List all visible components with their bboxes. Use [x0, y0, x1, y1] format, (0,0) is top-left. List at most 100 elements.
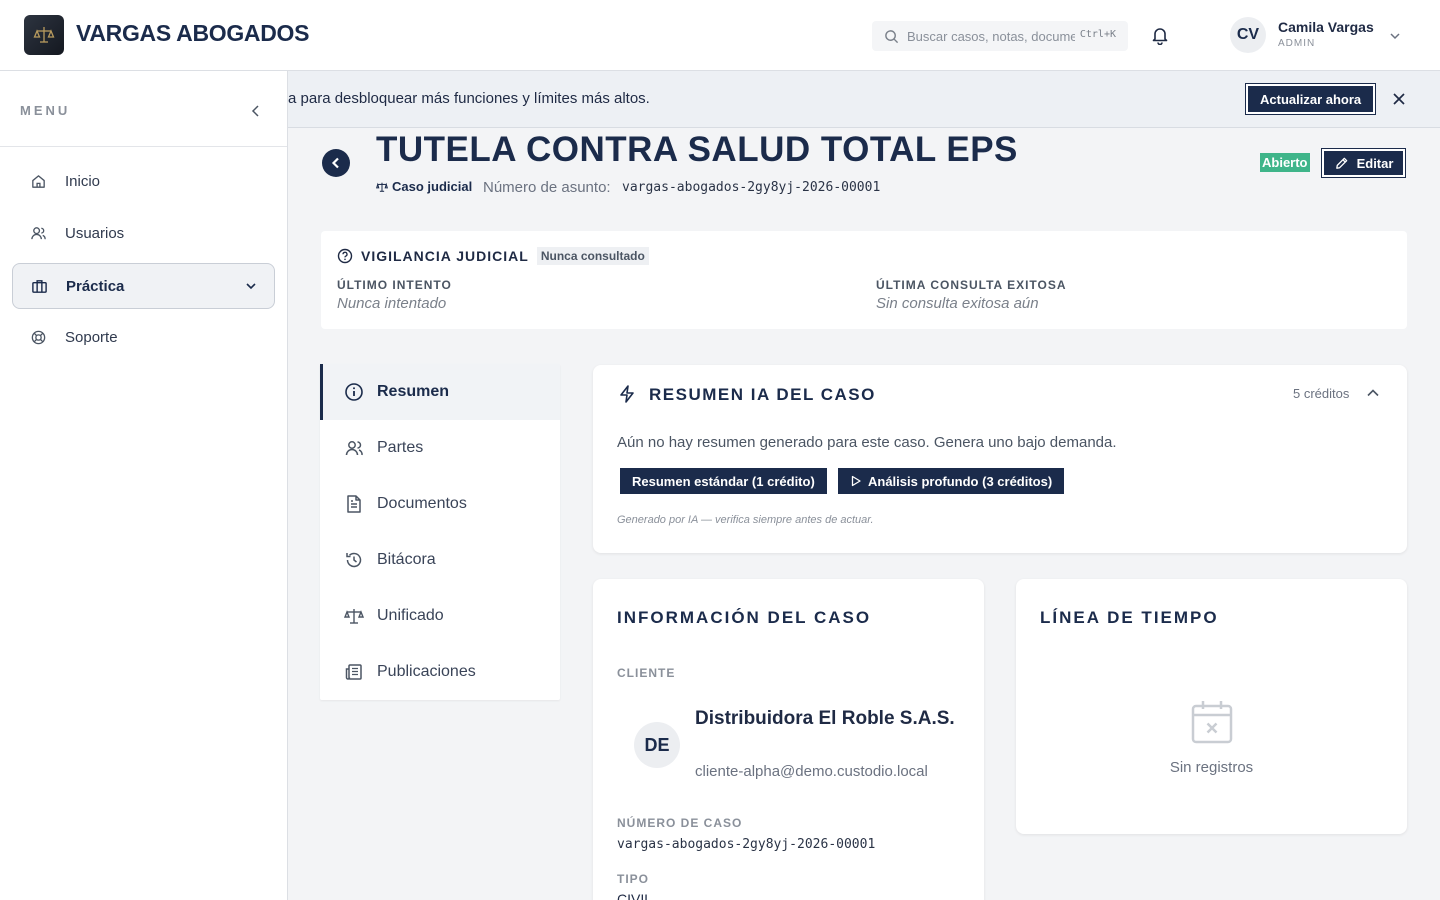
- bell-icon: [1152, 28, 1168, 46]
- client-avatar: DE: [634, 722, 680, 768]
- collapse-summary-button[interactable]: [1365, 385, 1381, 406]
- home-icon: [30, 173, 50, 190]
- search-icon: [885, 29, 899, 43]
- sidebar-item-practica[interactable]: Práctica: [12, 263, 275, 309]
- case-type: Caso judicial: [376, 179, 472, 194]
- upgrade-banner: a para desbloquear más funciones y límit…: [288, 71, 1440, 128]
- top-bar: VARGAS ABOGADOS Buscar casos, notas, doc…: [0, 0, 1440, 71]
- pencil-icon: [1335, 157, 1347, 169]
- lifebuoy-icon: [30, 329, 50, 346]
- tab-label: Resumen: [377, 383, 450, 400]
- tab-documentos[interactable]: Documentos: [320, 476, 560, 532]
- search-input[interactable]: Buscar casos, notas, documentos... Ctrl+…: [872, 21, 1128, 51]
- empty-state-text: Sin registros: [1169, 759, 1254, 776]
- timeline-title: LÍNEA DE TIEMPO: [1040, 608, 1219, 627]
- calendar-empty-icon: [1191, 699, 1233, 750]
- vigilance-badge: Nunca consultado: [536, 247, 649, 265]
- chevron-left-icon: [251, 105, 259, 117]
- last-success-label: ÚLTIMA CONSULTA EXITOSA: [876, 278, 1067, 292]
- chevron-left-icon: [331, 157, 339, 169]
- search-placeholder: Buscar casos, notas, documentos...: [907, 28, 1075, 44]
- back-button[interactable]: [322, 149, 350, 177]
- bolt-icon: [617, 384, 637, 409]
- info-title: INFORMACIÓN DEL CASO: [617, 608, 872, 627]
- search-shortcut: Ctrl+K: [1079, 29, 1116, 40]
- play-icon: [851, 475, 861, 487]
- case-number-label: Número de asunto:: [483, 179, 611, 196]
- user-avatar[interactable]: CV: [1230, 17, 1266, 53]
- edit-button[interactable]: Editar: [1322, 149, 1405, 177]
- summary-text: Aún no hay resumen generado para este ca…: [617, 434, 1117, 451]
- menu-title: MENU: [20, 103, 71, 118]
- help-icon: [337, 248, 353, 264]
- sidebar-item-soporte[interactable]: Soporte: [12, 314, 275, 360]
- ai-disclaimer: Generado por IA — verifica siempre antes…: [617, 514, 874, 526]
- case-info-card: INFORMACIÓN DEL CASO CLIENTE DE Distribu…: [593, 579, 984, 900]
- standard-summary-button[interactable]: Resumen estándar (1 crédito): [620, 468, 827, 494]
- close-icon: [1393, 93, 1405, 105]
- chevron-down-icon: [1390, 33, 1400, 40]
- credits-count: 5 créditos: [1293, 386, 1350, 401]
- button-label: Resumen estándar (1 crédito): [632, 473, 815, 489]
- sidebar-item-label: Usuarios: [65, 224, 125, 242]
- sidebar-item-label: Soporte: [65, 328, 118, 346]
- type-label: TIPO: [617, 872, 650, 886]
- ai-summary-card: RESUMEN IA DEL CASO 5 créditos Aún no ha…: [593, 365, 1407, 553]
- tab-label: Bitácora: [377, 551, 436, 568]
- users-icon: [30, 225, 50, 242]
- tab-label: Publicaciones: [377, 663, 476, 680]
- edit-label: Editar: [1356, 155, 1394, 171]
- summary-title: RESUMEN IA DEL CASO: [649, 385, 876, 404]
- tab-resumen[interactable]: Resumen: [320, 364, 560, 420]
- tab-unificado[interactable]: Unificado: [320, 588, 560, 644]
- sidebar-item-label: Práctica: [66, 277, 125, 295]
- last-attempt-value: Nunca intentado: [337, 295, 447, 312]
- vigilance-header: VIGILANCIA JUDICIAL Nunca consultado: [337, 247, 649, 265]
- scale-icon: [344, 606, 366, 626]
- user-role: ADMIN: [1278, 38, 1316, 49]
- sidebar: MENU Inicio Usuarios Práctica Soporte: [0, 71, 288, 900]
- brand-name[interactable]: VARGAS ABOGADOS: [76, 20, 309, 47]
- case-number: vargas-abogados-2gy8yj-2026-00001: [622, 180, 881, 195]
- type-value: CIVIL: [617, 891, 653, 900]
- tab-label: Unificado: [377, 607, 444, 624]
- chevron-up-icon: [1367, 389, 1379, 397]
- last-attempt-label: ÚLTIMO INTENTO: [337, 278, 452, 292]
- sidebar-item-inicio[interactable]: Inicio: [12, 158, 275, 204]
- button-label: Análisis profundo (3 créditos): [868, 473, 1053, 489]
- scale-logo-icon: [33, 27, 55, 43]
- collapse-sidebar-button[interactable]: [248, 103, 264, 124]
- deep-analysis-button[interactable]: Análisis profundo (3 créditos): [838, 468, 1065, 494]
- users-icon: [344, 438, 366, 458]
- case-number-value: vargas-abogados-2gy8yj-2026-00001: [617, 837, 876, 852]
- user-menu-chevron[interactable]: [1388, 29, 1402, 48]
- user-name[interactable]: Camila Vargas: [1278, 19, 1374, 35]
- close-banner-button[interactable]: [1392, 92, 1406, 111]
- timeline-card: LÍNEA DE TIEMPO Sin registros: [1016, 579, 1407, 834]
- tab-label: Partes: [377, 439, 424, 456]
- banner-text: a para desbloquear más funciones y límit…: [288, 90, 650, 107]
- tab-partes[interactable]: Partes: [320, 420, 560, 476]
- sidebar-item-label: Inicio: [65, 172, 101, 190]
- sidebar-item-usuarios[interactable]: Usuarios: [12, 210, 275, 256]
- case-tabs: Resumen Partes Documentos Bitácora Unifi…: [320, 364, 560, 700]
- tab-label: Documentos: [377, 495, 467, 512]
- client-name[interactable]: Distribuidora El Roble S.A.S.: [695, 705, 955, 733]
- tab-bitacora[interactable]: Bitácora: [320, 532, 560, 588]
- divider: [0, 146, 287, 147]
- info-icon: [344, 382, 366, 402]
- scale-icon: [376, 182, 388, 192]
- last-success-value: Sin consulta exitosa aún: [876, 295, 1039, 312]
- chevron-down-icon: [244, 279, 258, 298]
- history-icon: [344, 550, 366, 570]
- vigilance-card: VIGILANCIA JUDICIAL Nunca consultado ÚLT…: [321, 231, 1407, 329]
- client-label: CLIENTE: [617, 666, 676, 680]
- upgrade-button[interactable]: Actualizar ahora: [1246, 84, 1376, 114]
- notifications-button[interactable]: [1150, 25, 1170, 50]
- document-icon: [344, 494, 366, 514]
- client-email[interactable]: cliente-alpha@demo.custodio.local: [695, 763, 928, 780]
- logo[interactable]: [24, 15, 64, 55]
- tab-publicaciones[interactable]: Publicaciones: [320, 644, 560, 700]
- case-number-label: NÚMERO DE CASO: [617, 816, 743, 830]
- status-badge: Abierto: [1260, 153, 1310, 172]
